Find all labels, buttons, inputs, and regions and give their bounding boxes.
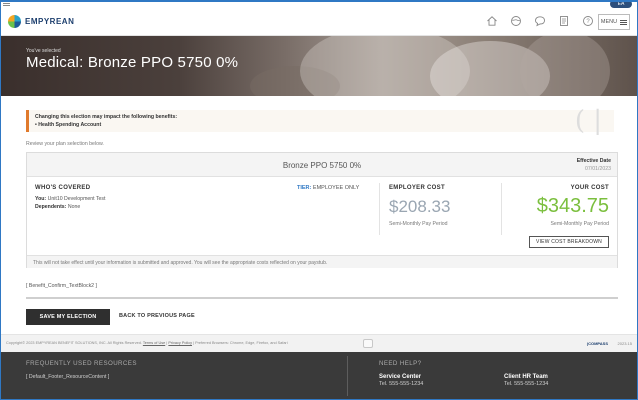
version-number: 2023.15 [617, 341, 632, 346]
resources-content: [ Default_Footer_ResourceContent ] [26, 374, 110, 380]
resources-title: FREQUENTLY USED RESOURCES [26, 360, 137, 367]
document-icon[interactable] [557, 15, 570, 28]
employer-cost-label: EMPLOYER COST [389, 185, 445, 191]
whos-covered-label: WHO'S COVERED [35, 185, 91, 191]
you-label: You: [35, 196, 47, 202]
effective-date-label: Effective Date [576, 158, 611, 164]
header-icons: ? [485, 15, 594, 28]
plan-footer-note: This will not take effect until your inf… [27, 255, 617, 268]
copyright-bar: Copyright© 2023 EMPYREAN BENEFIT SOLUTIO… [0, 334, 638, 352]
preferred-browsers: Preferred Browsers: Chrome, Edge, Firefo… [195, 341, 288, 345]
dependents-label: Dependents: [35, 204, 67, 210]
tier-text: TIER: EMPLOYEE ONLY [297, 185, 359, 191]
plan-card-header: Bronze PPO 5750 0% Effective Date 07/01/… [27, 153, 617, 177]
tier-value: EMPLOYEE ONLY [312, 185, 360, 191]
compass-badge: (COMPASS [586, 341, 608, 346]
service-center-phone[interactable]: Tel. 555-555-1234 [379, 381, 423, 387]
hr-team-phone[interactable]: Tel. 555-555-1234 [504, 381, 548, 387]
logo-mark-icon [8, 15, 21, 28]
need-help-title: NEED HELP? [379, 360, 422, 367]
globe-icon[interactable] [509, 15, 522, 28]
site-header: EMPYREAN ? MENU [0, 8, 638, 36]
covered-you: You: Unit10 Development Test [35, 196, 105, 202]
site-footer: FREQUENTLY USED RESOURCES [ Default_Foot… [0, 352, 638, 400]
tier-label: TIER: [297, 185, 312, 191]
plan-name: Bronze PPO 5750 0% [282, 161, 362, 170]
page-title: Medical: Bronze PPO 5750 0% [26, 54, 239, 71]
effective-date-value: 07/01/2023 [585, 166, 611, 172]
view-cost-breakdown-button[interactable]: VIEW COST BREAKDOWN [529, 236, 609, 248]
card-divider [501, 183, 502, 235]
help-icon[interactable]: ? [581, 15, 594, 28]
logo-text: EMPYREAN [25, 17, 75, 26]
privacy-policy-link[interactable]: Privacy Policy [168, 341, 192, 345]
save-my-election-button[interactable]: SAVE MY ELECTION [26, 309, 110, 325]
review-instructions: Review your plan selection below. [26, 141, 104, 147]
hero-banner: You've selected Medical: Bronze PPO 5750… [0, 36, 638, 96]
menu-icon [620, 19, 628, 25]
browser-topbar: EA [0, 0, 638, 8]
footer-divider [347, 356, 348, 396]
section-divider [26, 297, 618, 299]
svg-text:?: ? [586, 19, 590, 25]
decorative-bracket-icon: ( | [574, 106, 602, 136]
notice-item: Health Spending Account [35, 122, 608, 128]
window-badge: EA [610, 0, 632, 8]
menu-label: MENU [600, 19, 618, 25]
your-cost-label: YOUR COST [570, 185, 609, 191]
notice-title: Changing this election may impact the fo… [35, 114, 178, 120]
employer-cost-period: Semi-Monthly Pay Period [389, 221, 448, 227]
card-divider [379, 183, 380, 235]
hamburger-icon[interactable] [3, 1, 10, 6]
empyrean-logo[interactable]: EMPYREAN [8, 15, 74, 28]
menu-button[interactable]: MENU [598, 14, 630, 30]
dependents-value: None [67, 204, 81, 210]
chat-icon[interactable] [533, 15, 546, 28]
confirm-text-block: [ Benefit_Confirm_TextBlock2 ] [26, 283, 97, 289]
covered-dependents: Dependents: None [35, 204, 80, 210]
impact-notice: Changing this election may impact the fo… [26, 106, 614, 136]
you-value: Unit10 Development Test [47, 196, 106, 202]
service-center-name: Service Center [379, 374, 422, 380]
plan-summary-card: Bronze PPO 5750 0% Effective Date 07/01/… [26, 152, 618, 268]
hr-team-name: Client HR Team [504, 374, 548, 380]
your-cost-amount: $343.75 [536, 195, 609, 217]
your-cost-period: Semi-Monthly Pay Period [550, 221, 609, 227]
home-icon[interactable] [485, 15, 498, 28]
back-to-previous-page-link[interactable]: BACK TO PREVIOUS PAGE [119, 313, 195, 319]
copyright-notice: Copyright© 2023 EMPYREAN BENEFIT SOLUTIO… [6, 341, 142, 345]
copyright-text: Copyright© 2023 EMPYREAN BENEFIT SOLUTIO… [6, 341, 288, 345]
accessibility-badge-icon [363, 339, 373, 348]
terms-of-use-link[interactable]: Terms of Use [143, 341, 165, 345]
hero-image-shape [520, 36, 610, 96]
employer-cost-amount: $208.33 [389, 197, 451, 216]
